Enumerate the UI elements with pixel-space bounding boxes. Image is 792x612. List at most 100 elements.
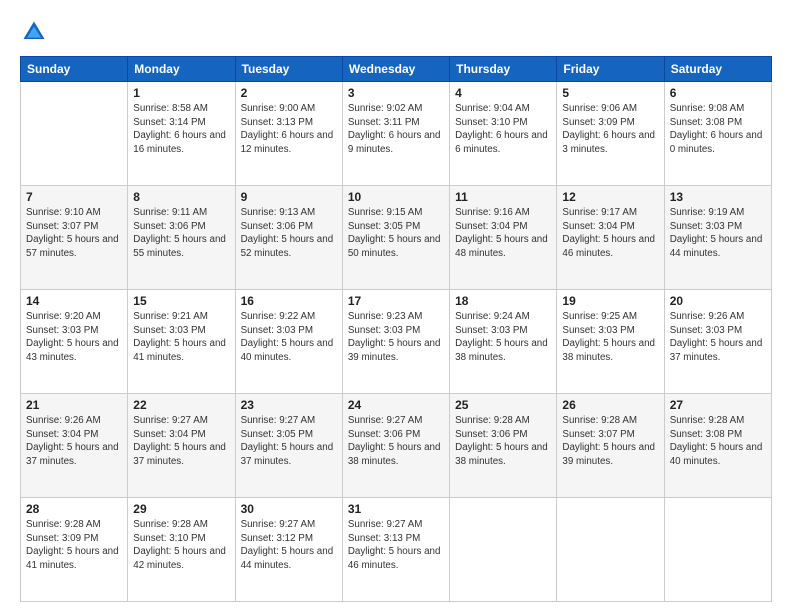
calendar-cell: 21Sunrise: 9:26 AMSunset: 3:04 PMDayligh… xyxy=(21,394,128,498)
sunrise-text: Sunrise: 9:27 AM xyxy=(348,519,423,530)
sunrise-text: Sunrise: 9:23 AM xyxy=(348,311,423,322)
sunset-text: Sunset: 3:05 PM xyxy=(348,221,420,232)
calendar-cell: 13Sunrise: 9:19 AMSunset: 3:03 PMDayligh… xyxy=(664,186,771,290)
sunrise-text: Sunrise: 9:22 AM xyxy=(241,311,316,322)
day-info: Sunrise: 9:28 AMSunset: 3:09 PMDaylight:… xyxy=(26,518,122,573)
sunset-text: Sunset: 3:09 PM xyxy=(26,533,98,544)
day-info: Sunrise: 9:27 AMSunset: 3:05 PMDaylight:… xyxy=(241,414,337,469)
calendar-cell: 20Sunrise: 9:26 AMSunset: 3:03 PMDayligh… xyxy=(664,290,771,394)
calendar-cell: 14Sunrise: 9:20 AMSunset: 3:03 PMDayligh… xyxy=(21,290,128,394)
sunrise-text: Sunrise: 9:28 AM xyxy=(455,415,530,426)
sunset-text: Sunset: 3:11 PM xyxy=(348,117,420,128)
day-info: Sunrise: 9:02 AMSunset: 3:11 PMDaylight:… xyxy=(348,102,444,157)
day-info: Sunrise: 9:28 AMSunset: 3:07 PMDaylight:… xyxy=(562,414,658,469)
page: SundayMondayTuesdayWednesdayThursdayFrid… xyxy=(0,0,792,612)
day-number: 12 xyxy=(562,190,658,204)
day-info: Sunrise: 9:27 AMSunset: 3:06 PMDaylight:… xyxy=(348,414,444,469)
day-number: 9 xyxy=(241,190,337,204)
sunrise-text: Sunrise: 9:26 AM xyxy=(26,415,101,426)
sunset-text: Sunset: 3:03 PM xyxy=(241,325,313,336)
sunrise-text: Sunrise: 9:25 AM xyxy=(562,311,637,322)
col-header-tuesday: Tuesday xyxy=(235,57,342,82)
day-info: Sunrise: 9:28 AMSunset: 3:08 PMDaylight:… xyxy=(670,414,766,469)
calendar-cell: 15Sunrise: 9:21 AMSunset: 3:03 PMDayligh… xyxy=(128,290,235,394)
sunset-text: Sunset: 3:13 PM xyxy=(348,533,420,544)
calendar-cell: 17Sunrise: 9:23 AMSunset: 3:03 PMDayligh… xyxy=(342,290,449,394)
daylight-text: Daylight: 6 hours and 0 minutes. xyxy=(670,130,763,155)
day-info: Sunrise: 9:22 AM Sunset: 3:03 PM Daylight:… xyxy=(241,310,337,365)
day-info: Sunrise: 9:20 AMSunset: 3:03 PMDaylight:… xyxy=(26,310,122,365)
day-info: Sunrise: 9:27 AMSunset: 3:12 PMDaylight:… xyxy=(241,518,337,573)
sunrise-text: Sunrise: 9:10 AM xyxy=(26,207,101,218)
day-info: Sunrise: 9:21 AMSunset: 3:03 PMDaylight:… xyxy=(133,310,229,365)
calendar-cell: 26 Sunrise: 9:28 AMSunset: 3:07 PMDayligh… xyxy=(557,394,664,498)
logo xyxy=(20,18,52,46)
day-info: Sunrise: 9:04 AMSunset: 3:10 PMDaylight:… xyxy=(455,102,551,157)
sunrise-text: Sunrise: 9:28 AM xyxy=(133,519,208,530)
day-number: 3 xyxy=(348,86,444,100)
sunset-text: Sunset: 3:09 PM xyxy=(562,117,634,128)
day-number: 26 xyxy=(562,398,658,412)
daylight-text: Daylight: 5 hours and 39 minutes. xyxy=(562,442,655,467)
sunset-text: Sunset: 3:07 PM xyxy=(26,221,98,232)
col-header-saturday: Saturday xyxy=(664,57,771,82)
calendar-cell: 7Sunrise: 9:10 AMSunset: 3:07 PMDaylight… xyxy=(21,186,128,290)
calendar-header-row: SundayMondayTuesdayWednesdayThursdayFrid… xyxy=(21,57,772,82)
day-info: Sunrise: 8:58 AMSunset: 3:14 PMDaylight:… xyxy=(133,102,229,157)
day-number: 29 xyxy=(133,502,229,516)
calendar-cell: 16 Sunrise: 9:22 AM Sunset: 3:03 PM Dayligh… xyxy=(235,290,342,394)
sunset-text: Sunset: 3:06 PM xyxy=(133,221,205,232)
sunrise-text: Sunrise: 9:27 AM xyxy=(133,415,208,426)
sunset-text: Sunset: 3:07 PM xyxy=(562,429,634,440)
daylight-text: Daylight: 5 hours and 55 minutes. xyxy=(133,234,226,259)
sunrise-text: Sunrise: 9:17 AM xyxy=(562,207,637,218)
daylight-text: Daylight: 5 hours and 40 minutes. xyxy=(241,338,334,363)
col-header-wednesday: Wednesday xyxy=(342,57,449,82)
sunrise-text: Sunrise: 9:15 AM xyxy=(348,207,423,218)
sunset-text: Sunset: 3:03 PM xyxy=(670,221,742,232)
day-info: Sunrise: 9:17 AM Sunset: 3:04 PM Daylight:… xyxy=(562,206,658,261)
sunrise-text: Sunrise: 9:02 AM xyxy=(348,103,423,114)
daylight-text: Daylight: 5 hours and 37 minutes. xyxy=(26,442,119,467)
daylight-text: Daylight: 5 hours and 38 minutes. xyxy=(562,338,655,363)
sunrise-text: Sunrise: 9:21 AM xyxy=(133,311,208,322)
sunrise-text: Sunrise: 9:27 AM xyxy=(241,415,316,426)
calendar-cell: 24Sunrise: 9:27 AMSunset: 3:06 PMDayligh… xyxy=(342,394,449,498)
col-header-monday: Monday xyxy=(128,57,235,82)
daylight-text: Daylight: 5 hours and 52 minutes. xyxy=(241,234,334,259)
calendar-cell: 19Sunrise: 9:25 AMSunset: 3:03 PMDayligh… xyxy=(557,290,664,394)
day-info: Sunrise: 9:13 AMSunset: 3:06 PMDaylight:… xyxy=(241,206,337,261)
header xyxy=(20,18,772,46)
day-info: Sunrise: 9:25 AMSunset: 3:03 PMDaylight:… xyxy=(562,310,658,365)
calendar-cell: 8Sunrise: 9:11 AMSunset: 3:06 PMDaylight… xyxy=(128,186,235,290)
calendar-week-1: 1Sunrise: 8:58 AMSunset: 3:14 PMDaylight… xyxy=(21,82,772,186)
calendar-cell: 11Sunrise: 9:16 AMSunset: 3:04 PMDayligh… xyxy=(450,186,557,290)
daylight-text: Daylight: 5 hours and 41 minutes. xyxy=(26,546,119,571)
day-info: Sunrise: 9:08 AMSunset: 3:08 PMDaylight:… xyxy=(670,102,766,157)
calendar-cell: 29Sunrise: 9:28 AMSunset: 3:10 PMDayligh… xyxy=(128,498,235,602)
calendar-cell: 9 Sunrise: 9:13 AMSunset: 3:06 PMDaylight… xyxy=(235,186,342,290)
sunrise-text: Sunrise: 9:06 AM xyxy=(562,103,637,114)
day-number: 30 xyxy=(241,502,337,516)
sunset-text: Sunset: 3:06 PM xyxy=(241,221,313,232)
day-number: 16 xyxy=(241,294,337,308)
daylight-text: Daylight: 5 hours and 42 minutes. xyxy=(133,546,226,571)
day-number: 13 xyxy=(670,190,766,204)
day-number: 15 xyxy=(133,294,229,308)
sunset-text: Sunset: 3:03 PM xyxy=(26,325,98,336)
sunrise-text: Sunrise: 9:04 AM xyxy=(455,103,530,114)
daylight-text: Daylight: 5 hours and 40 minutes. xyxy=(670,442,763,467)
sunrise-text: Sunrise: 9:19 AM xyxy=(670,207,745,218)
daylight-text: Daylight: 5 hours and 37 minutes. xyxy=(133,442,226,467)
day-number: 6 xyxy=(670,86,766,100)
sunset-text: Sunset: 3:03 PM xyxy=(133,325,205,336)
calendar-cell: 18Sunrise: 9:24 AMSunset: 3:03 PMDayligh… xyxy=(450,290,557,394)
day-number: 5 xyxy=(562,86,658,100)
col-header-thursday: Thursday xyxy=(450,57,557,82)
daylight-text: Daylight: 5 hours and 46 minutes. xyxy=(562,234,655,259)
sunrise-text: Sunrise: 9:27 AM xyxy=(241,519,316,530)
daylight-text: Daylight: 5 hours and 38 minutes. xyxy=(348,442,441,467)
day-number: 28 xyxy=(26,502,122,516)
sunset-text: Sunset: 3:04 PM xyxy=(562,221,634,232)
day-number: 21 xyxy=(26,398,122,412)
